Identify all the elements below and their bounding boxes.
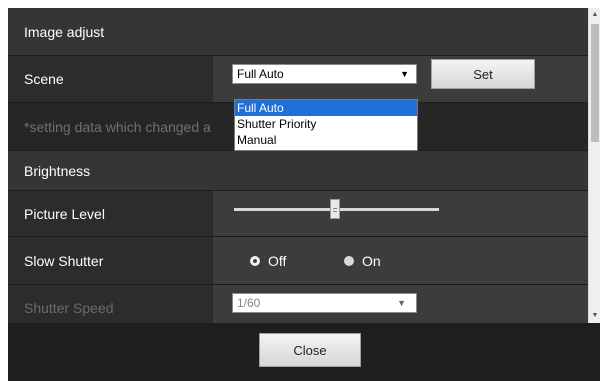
- arrow-up-icon[interactable]: ▲: [589, 8, 600, 22]
- slow-shutter-row: Slow Shutter Off On: [8, 237, 588, 285]
- picture-level-row: Picture Level: [8, 191, 588, 237]
- vertical-scrollbar[interactable]: ▲ ▼: [588, 8, 600, 323]
- radio-on-label: On: [362, 252, 381, 269]
- slow-shutter-label: Slow Shutter: [24, 252, 104, 269]
- shutter-speed-value-cell: 1/60 ▼: [213, 285, 588, 323]
- slow-shutter-off-radio[interactable]: Off: [250, 237, 286, 284]
- slider-handle[interactable]: [330, 199, 340, 219]
- shutter-speed-value: 1/60: [237, 296, 261, 310]
- note-text: *setting data which changed a: [24, 118, 211, 135]
- set-button[interactable]: Set: [431, 59, 535, 89]
- scene-option-shutter-priority[interactable]: Shutter Priority: [235, 116, 417, 132]
- settings-panel: Image adjust Scene Full Auto ▼ Set *sett…: [8, 8, 588, 323]
- close-button[interactable]: Close: [259, 333, 361, 367]
- shutter-speed-label: Shutter Speed: [24, 299, 114, 316]
- image-adjust-dialog: Image adjust Scene Full Auto ▼ Set *sett…: [8, 8, 600, 381]
- scene-select-value: Full Auto: [237, 67, 284, 81]
- picture-level-label: Picture Level: [24, 205, 105, 222]
- radio-selected-icon: [250, 255, 260, 266]
- radio-off-label: Off: [268, 252, 287, 269]
- shutter-speed-row: Shutter Speed 1/60 ▼: [8, 285, 588, 323]
- shutter-speed-select[interactable]: 1/60 ▼: [232, 293, 417, 313]
- slow-shutter-on-radio[interactable]: On: [344, 237, 381, 284]
- scrollbar-thumb[interactable]: [591, 24, 599, 142]
- scene-option-full-auto[interactable]: Full Auto: [235, 100, 417, 116]
- section-title: Brightness: [24, 162, 91, 179]
- arrow-down-icon[interactable]: ▼: [589, 309, 600, 323]
- scene-value-cell: Full Auto ▼ Set: [213, 56, 588, 102]
- scene-row: Scene Full Auto ▼ Set: [8, 56, 588, 103]
- picture-level-value-cell: [213, 191, 588, 236]
- scene-label: Scene: [24, 71, 64, 87]
- scene-select[interactable]: Full Auto ▼: [232, 64, 417, 84]
- scene-option-manual[interactable]: Manual: [235, 132, 417, 148]
- section-header-image-adjust: Image adjust: [8, 8, 588, 56]
- section-header-brightness: Brightness: [8, 151, 588, 191]
- slow-shutter-value-cell: Off On: [213, 237, 588, 284]
- section-title: Image adjust: [24, 23, 105, 40]
- radio-unselected-icon: [344, 255, 354, 266]
- chevron-down-icon: ▼: [397, 298, 406, 308]
- chevron-down-icon: ▼: [400, 69, 409, 79]
- scene-dropdown-list: Full Auto Shutter Priority Manual: [234, 99, 418, 151]
